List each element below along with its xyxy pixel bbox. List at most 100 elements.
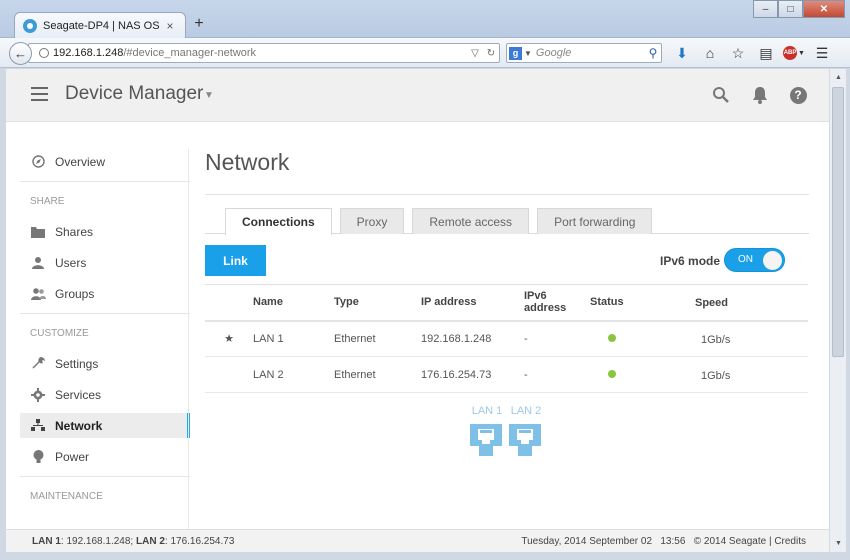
url-path: /#device_manager-network [123,47,257,59]
browser-tab-title: Seagate-DP4 | NAS OS [43,19,160,32]
seagate-favicon-icon [23,18,37,33]
window-close-button[interactable]: ✕ [803,0,845,18]
url-dropdown-icon[interactable]: ▽ [467,48,483,59]
sidebar-item-users[interactable]: Users [20,250,190,275]
cell-status [590,356,808,393]
link-button[interactable]: Link [205,245,266,276]
user-icon [30,255,46,271]
google-icon[interactable]: g [509,46,522,60]
new-tab-button[interactable]: + [190,15,208,33]
app-title[interactable]: Device Manager [65,83,203,105]
ipv6-mode-label: IPv6 mode [660,254,721,268]
tab-connections[interactable]: Connections [225,208,332,235]
sidebar-item-groups[interactable]: Groups [20,281,190,306]
download-icon[interactable]: ⬇ [668,43,696,63]
ethernet-port-icon [470,424,502,456]
adblock-icon[interactable]: ABP ▼ [780,43,808,63]
column-header-ipv6: IPv6 address [524,284,590,322]
site-identity-icon[interactable] [39,48,49,58]
tab-close-icon[interactable]: × [163,19,177,33]
network-icon [30,418,46,434]
sidebar-section-maintenance: MAINTENANCE [30,491,103,502]
scroll-up-arrow-icon[interactable]: ▲ [830,69,847,86]
scroll-down-arrow-icon[interactable]: ▼ [830,535,847,552]
sidebar-item-shares[interactable]: Shares [20,219,190,244]
reload-icon[interactable]: ↻ [483,48,499,59]
search-icon[interactable] [710,84,732,106]
ports-diagram: LAN 1 LAN 2 [205,405,809,485]
port-lan2[interactable]: LAN 2 [509,405,543,459]
sidebar-item-label: Shares [55,224,94,239]
sidebar-item-settings[interactable]: Settings [20,351,190,376]
sidebar-section-share: SHARE [30,196,65,207]
bookmarks-list-icon[interactable]: ▤ [752,43,780,63]
sidebar-item-overview[interactable]: Overview [20,149,190,174]
main-content: Network Connections Proxy Remote access … [205,149,809,485]
toggle-state-text: ON [738,254,753,265]
scroll-thumb[interactable] [832,87,844,357]
sidebar-item-network[interactable]: Network [20,413,190,438]
status-time: 13:56 [660,536,686,547]
bell-icon[interactable] [749,84,771,106]
chevron-down-icon[interactable]: ▼ [204,90,214,101]
maximize-button[interactable]: □ [778,0,803,18]
cell-ip: 192.168.1.248 [421,320,524,357]
browser-navbar: 192.168.1.248/#device_manager-network ▽ … [0,38,850,68]
address-bar[interactable]: 192.168.1.248/#device_manager-network ▽ … [28,43,500,63]
search-bar[interactable]: g ▼ Google ⚲ [506,43,662,63]
speed-cell-lan2: 1Gb/s [701,370,731,382]
gear-icon [30,387,46,403]
ipv6-mode-toggle[interactable]: ON [724,248,785,272]
sidebar-item-label: Overview [55,154,106,169]
tab-port-forwarding[interactable]: Port forwarding [537,208,653,234]
lightbulb-icon [30,449,46,465]
port-label: LAN 1 [471,405,503,417]
browser-toolbar-icons: ⬇ ⌂ ☆ ▤ ABP ▼ ☰ [668,43,836,63]
window-controls: – □ ✕ [753,0,845,18]
sidebar-item-services[interactable]: Services [20,382,190,407]
page-scrollbar[interactable]: ▲ ▼ [829,69,846,552]
app-header: Device Manager ▼ ? [6,69,829,122]
cell-ipv6: - [524,320,590,357]
sidebar-item-label: Services [55,387,102,402]
status-ok-icon [608,369,616,378]
home-icon[interactable]: ⌂ [696,43,724,63]
search-placeholder[interactable]: Google [536,47,645,59]
menu-icon[interactable]: ☰ [808,43,836,63]
tab-remote-access[interactable]: Remote access [412,208,530,234]
bookmark-star-icon[interactable]: ☆ [724,43,752,63]
nas-app: Device Manager ▼ ? Overview SHARE Shares… [6,69,829,552]
back-arrow-icon: ← [14,46,27,61]
browser-titlebar: Seagate-DP4 | NAS OS × + – □ ✕ [0,0,850,38]
address-text[interactable]: 192.168.1.248/#device_manager-network [53,47,467,59]
column-header-speed: Speed [695,297,729,309]
connections-toolbar: Link IPv6 mode ON [205,234,809,284]
browser-tab[interactable]: Seagate-DP4 | NAS OS × [14,12,186,38]
help-icon[interactable]: ? [787,84,809,106]
sidebar-item-label: Network [55,418,103,433]
search-engine-dropdown-icon[interactable]: ▼ [524,49,532,58]
sidebar-item-label: Settings [55,356,99,371]
wrench-icon [30,356,46,372]
tab-proxy[interactable]: Proxy [339,208,405,234]
column-header-ip: IP address [421,284,524,322]
port-lan1[interactable]: LAN 1 [470,405,504,459]
compass-icon [30,154,46,170]
sidebar-section-customize: CUSTOMIZE [30,328,89,339]
port-label: LAN 2 [510,405,542,417]
search-icon[interactable]: ⚲ [645,46,661,60]
sidebar-item-power[interactable]: Power [20,444,190,469]
cell-status [590,320,808,357]
minimize-button[interactable]: – [753,0,778,18]
status-lan-info: LAN 1: 192.168.1.248; LAN 2: 176.16.254.… [32,536,235,547]
cell-ipv6: - [524,356,590,393]
status-copyright[interactable]: © 2014 Seagate | Credits [694,536,806,547]
ethernet-port-icon [509,424,541,456]
cell-type: Ethernet [334,356,421,393]
page-title: Network [205,149,290,175]
users-icon [30,286,46,302]
hamburger-menu-icon[interactable] [31,87,48,101]
sidebar-item-label: Groups [55,286,95,301]
status-bar: LAN 1: 192.168.1.248; LAN 2: 176.16.254.… [6,529,829,552]
back-button[interactable]: ← [9,42,32,65]
